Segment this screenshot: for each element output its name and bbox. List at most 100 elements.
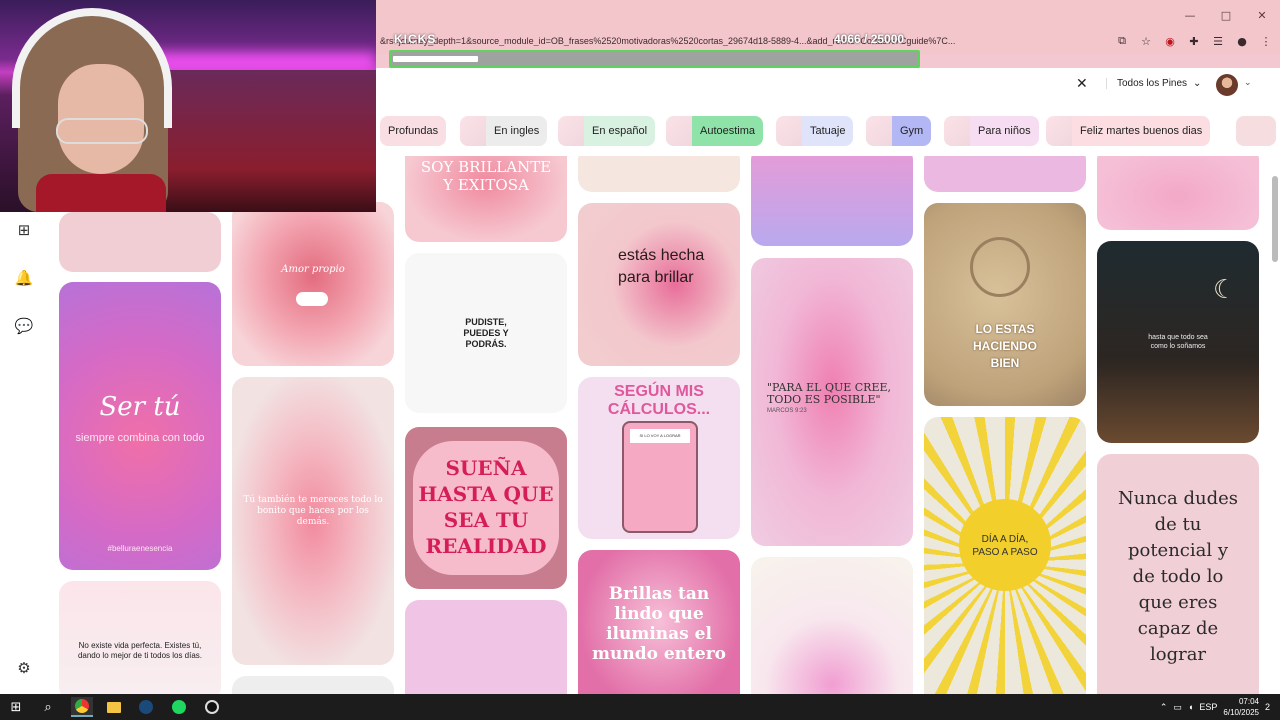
scope-label: Todos los Pines [1117,78,1188,89]
create-plus-icon[interactable]: ⊞ [14,220,34,240]
tray-chevron-icon[interactable]: ⌃ [1160,702,1168,713]
pin-card[interactable]: SOY BRILLANTE Y EXITOSA [405,156,567,242]
account-chevron-icon[interactable]: ⌄ [1244,78,1252,88]
system-tray: ⌃ ▭ ◖ ESP 07:04 6/10/2025 2 [1160,694,1270,720]
browser-menu-icon[interactable]: ⋮ [1258,33,1274,49]
pin-text: SOY BRILLANTE Y EXITOSA [420,158,552,194]
windows-start-icon[interactable]: ⊞ [5,697,27,717]
chip-tatuaje[interactable]: Tatuaje [776,116,854,146]
pin-card[interactable] [232,676,394,694]
pin-card[interactable] [578,156,740,192]
pin-card[interactable] [1097,156,1259,230]
pin-card[interactable]: estás hecha para brillar [578,203,740,366]
spotify-icon[interactable] [168,697,190,717]
chip-gym[interactable]: Gym [866,116,932,146]
minimize-icon[interactable]: — [1172,0,1208,30]
calculator-screen: SI LO VOY A LOGRAR [630,429,690,443]
pin-text: LO ESTAS HACIENDO BIEN [972,322,1037,370]
clock-date: 6/10/2025 [1223,708,1259,717]
pin-card[interactable]: SEGÚN MIS CÁLCULOS... SI LO VOY A LOGRAR [578,377,740,539]
pin-text: Nunca dudes de tu potencial y de todo lo… [1118,488,1238,665]
window-controls: — □ ✕ [1172,0,1280,30]
pin-text: DÍA A DÍA, PASO A PASO [972,534,1038,558]
volume-icon[interactable]: ◖ [1188,702,1193,712]
pin-card[interactable] [924,156,1086,192]
pin-text: SEGÚN MIS CÁLCULOS... [607,383,711,418]
pin-card[interactable]: ☾ hasta que todo sea como lo soñamos [1097,241,1259,443]
pin-card[interactable] [59,212,221,272]
profile-icon[interactable]: ● [1234,33,1250,49]
calculator-graphic: SI LO VOY A LOGRAR [622,421,698,533]
pin-text: PUDISTE, PUEDES Y PODRÁS. [463,317,509,349]
search-icon[interactable]: ⌕ [37,697,59,717]
kicks-count: 4066 / 25000 [834,32,905,46]
chip-label: Profundas [388,125,439,137]
chip-thumbnail [1046,116,1072,146]
messages-icon[interactable]: 💬 [14,316,34,336]
pin-card[interactable]: Nunca dudes de tu potencial y de todo lo… [1097,454,1259,694]
toggle-graphic [296,292,328,306]
pin-card[interactable]: "PARA EL QUE CREE, TODO ES POSIBLE" MARC… [751,258,913,546]
media-list-icon[interactable]: ☰ [1210,33,1226,49]
chip-thumbnail [866,116,892,146]
scope-dropdown[interactable]: Todos los Pines ⌄ [1106,78,1201,89]
maximize-icon[interactable]: □ [1208,0,1244,30]
kicks-label: KICKS [394,32,437,46]
settings-gear-icon[interactable]: ⚙ [14,658,34,678]
close-window-icon[interactable]: ✕ [1244,0,1280,30]
kicks-overlay: KICKS 4066 / 25000 [392,32,918,46]
steam-icon[interactable] [135,697,157,717]
pin-card[interactable]: No existe vida perfecta. Existes tú, dan… [59,581,221,694]
clock[interactable]: 07:04 6/10/2025 [1223,696,1259,718]
notifications-bell-icon[interactable]: 🔔 [14,268,34,288]
pin-card[interactable]: Amor propio [232,202,394,366]
address-bar-icons: ⧉ ☆ ◉ ✚ ☰ ● ⋮ [1114,33,1274,49]
pinterest-header: ✕ Todos los Pines ⌄ ⌄ [376,68,1280,104]
chip-profundas[interactable]: Profundas [380,116,447,146]
avatar[interactable] [1216,74,1238,96]
file-explorer-icon[interactable] [103,697,125,717]
chip-partial[interactable] [1236,116,1276,146]
chrome-icon[interactable] [71,697,93,717]
pin-card[interactable] [751,156,913,246]
chip-para-ninos[interactable]: Para niños [944,116,1039,146]
chip-label: En español [592,125,648,137]
pin-card[interactable] [751,557,913,694]
pin-tag: #belluraenesencia [107,544,173,553]
extensions-puzzle-icon[interactable]: ✚ [1186,33,1202,49]
chip-thumbnail [944,116,970,146]
keyboard-language[interactable]: ESP [1199,702,1217,712]
browser-titlebar: — □ ✕ [376,0,1280,30]
scrollbar-thumb[interactable] [1272,176,1278,262]
notification-badge[interactable]: 2 [1265,702,1270,712]
chip-label: Feliz martes buenos dias [1080,125,1203,137]
chip-label: En ingles [494,125,540,137]
chip-autoestima[interactable]: Autoestima [666,116,764,146]
pin-card[interactable] [405,600,567,694]
pin-card[interactable]: SUEÑA HASTA QUE SEA TU REALIDAD [405,427,567,589]
pin-card[interactable]: Tú también te mereces todo lo bonito que… [232,377,394,665]
pin-card[interactable]: Brillas tan lindo que iluminas el mundo … [578,550,740,694]
page-scrollbar[interactable] [1270,156,1280,694]
webcam-overlay [0,0,376,212]
pin-card[interactable]: LO ESTAS HACIENDO BIEN [924,203,1086,406]
pin-card[interactable]: Ser tú siempre combina con todo #bellura… [59,282,221,570]
network-icon[interactable]: ▭ [1173,702,1182,713]
pin-text: Tú también te mereces todo lo bonito que… [243,495,383,527]
pin-card[interactable]: PUDISTE, PUEDES Y PODRÁS. [405,253,567,413]
refine-chips-row: Profundas En ingles En español Autoestim… [376,104,1280,156]
chip-feliz-martes[interactable]: Feliz martes buenos dias [1046,116,1211,146]
open-in-app-icon[interactable]: ⧉ [1114,33,1130,49]
extension-red-icon[interactable]: ◉ [1162,33,1178,49]
pin-grid: Ser tú siempre combina con todo #bellura… [48,156,1270,694]
chip-en-ingles[interactable]: En ingles [460,116,548,146]
pin-card[interactable]: DÍA A DÍA, PASO A PASO [924,417,1086,694]
headset [12,8,172,128]
obs-icon[interactable] [201,697,223,717]
kicks-progress-bar [389,50,920,68]
clear-search-icon[interactable]: ✕ [1076,76,1088,92]
kicks-progress-fill [393,56,479,62]
pin-text: estás hecha para brillar [618,247,705,286]
bookmark-star-icon[interactable]: ☆ [1138,33,1154,49]
chip-en-espanol[interactable]: En español [558,116,656,146]
